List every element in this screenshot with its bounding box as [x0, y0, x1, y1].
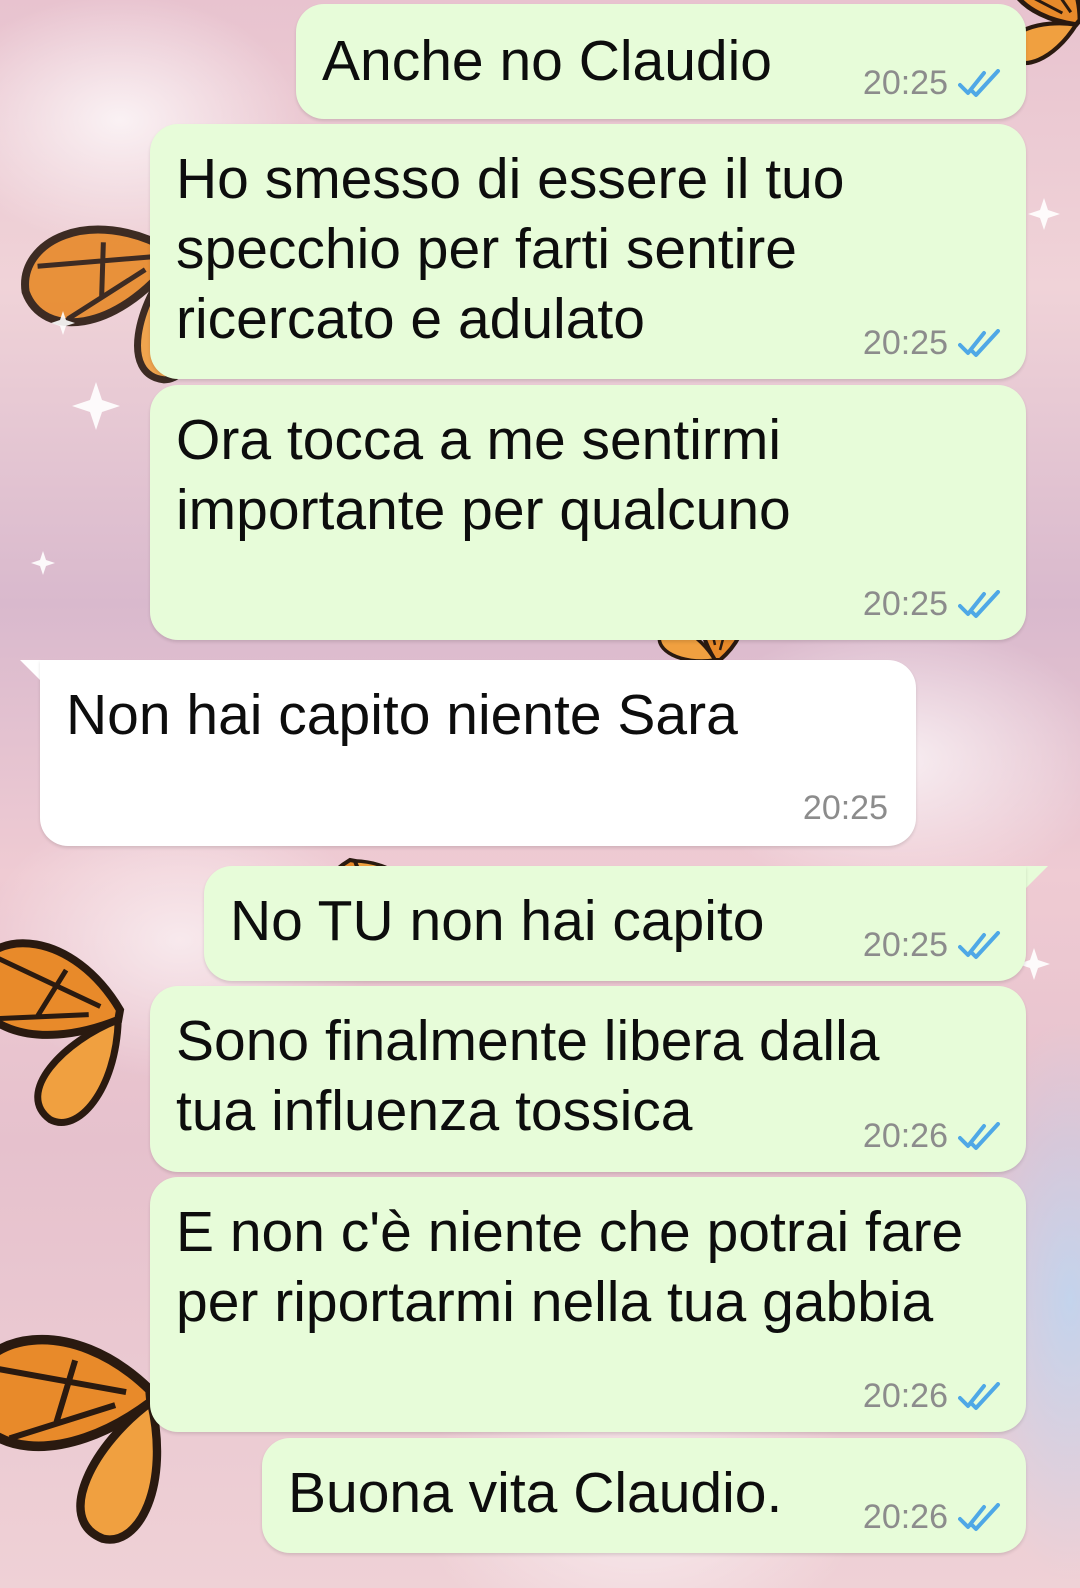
- message-outgoing[interactable]: Sono finalmente libera dalla tua influen…: [150, 986, 1026, 1172]
- message-incoming[interactable]: Non hai capito niente Sara 20:25: [40, 660, 916, 846]
- message-text: Ho smesso di essere il tuo specchio per …: [176, 147, 845, 351]
- message-time: 20:25: [862, 324, 948, 362]
- message-time: 20:25: [802, 789, 888, 827]
- double-check-read-icon: [958, 1502, 1000, 1531]
- message-meta: 20:25: [863, 926, 1004, 965]
- message-outgoing[interactable]: Ho smesso di essere il tuo specchio per …: [150, 124, 1026, 379]
- message-outgoing[interactable]: No TU non hai capito 20:25: [204, 866, 1026, 981]
- double-check-read-icon: [958, 1381, 1000, 1410]
- message-time: 20:26: [862, 1377, 948, 1415]
- butterfly-left-bottom: [0, 1330, 165, 1551]
- bubble-tail: [1026, 866, 1048, 888]
- message-text: Sono finalmente libera dalla tua influen…: [176, 1009, 880, 1143]
- message-text: Anche no Claudio: [322, 29, 772, 93]
- message-text: Ora tocca a me sentirmi importante per q…: [176, 408, 791, 542]
- message-outgoing[interactable]: Anche no Claudio 20:25: [296, 4, 1026, 119]
- message-time: 20:25: [862, 64, 948, 102]
- message-meta: 20:25: [803, 789, 888, 828]
- message-time: 20:25: [862, 926, 948, 964]
- butterfly-left-mid: [0, 935, 131, 1130]
- message-meta: 20:25: [863, 585, 1004, 624]
- message-text: Non hai capito niente Sara: [66, 683, 738, 747]
- message-outgoing[interactable]: E non c'è niente che potrai fare per rip…: [150, 1177, 1026, 1432]
- bubble-tail: [20, 660, 42, 682]
- message-meta: 20:26: [863, 1498, 1004, 1537]
- message-outgoing[interactable]: Ora tocca a me sentirmi importante per q…: [150, 385, 1026, 640]
- double-check-read-icon: [958, 1121, 1000, 1150]
- double-check-read-icon: [958, 589, 1000, 618]
- message-meta: 20:25: [863, 324, 1004, 363]
- message-outgoing[interactable]: Buona vita Claudio. 20:26: [262, 1438, 1026, 1553]
- double-check-read-icon: [958, 930, 1000, 959]
- message-meta: 20:26: [863, 1117, 1004, 1156]
- message-meta: 20:26: [863, 1377, 1004, 1416]
- message-time: 20:26: [862, 1117, 948, 1155]
- message-time: 20:26: [862, 1498, 948, 1536]
- double-check-read-icon: [958, 68, 1000, 97]
- message-time: 20:25: [862, 585, 948, 623]
- message-text: No TU non hai capito: [230, 889, 765, 953]
- message-text: E non c'è niente che potrai fare per rip…: [176, 1200, 964, 1334]
- double-check-read-icon: [958, 328, 1000, 357]
- message-meta: 20:25: [863, 64, 1004, 103]
- message-text: Buona vita Claudio.: [288, 1461, 783, 1525]
